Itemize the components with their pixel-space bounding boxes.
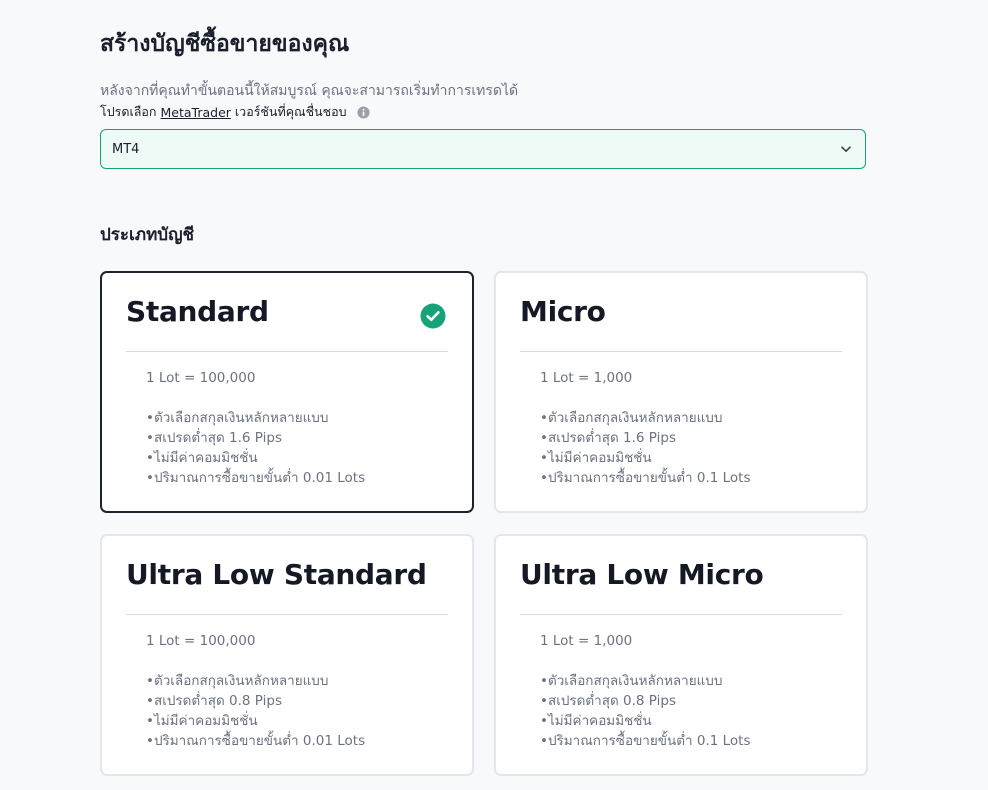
check-circle-icon: [420, 303, 446, 329]
card-divider: [126, 351, 448, 352]
account-card-title: Ultra Low Micro: [520, 558, 764, 591]
feature-item: •ตัวเลือกสกุลเงินหลักหลายแบบ: [540, 410, 723, 426]
feature-list: •ตัวเลือกสกุลเงินหลักหลายแบบ •สเปรดต่ำสุ…: [146, 408, 365, 488]
page-title: สร้างบัญชีซื้อขายของคุณ: [100, 31, 350, 57]
feature-item: •สเปรดต่ำสุด 0.8 Pips: [146, 693, 283, 709]
account-card-ultra-low-micro[interactable]: Ultra Low Micro 1 Lot = 1,000 •ตัวเลือกส…: [494, 534, 868, 776]
platform-select-value: MT4: [112, 141, 140, 157]
feature-list: •ตัวเลือกสกุลเงินหลักหลายแบบ •สเปรดต่ำสุ…: [540, 671, 751, 751]
feature-item: •ไม่มีค่าคอมมิชชั่น: [146, 713, 258, 729]
feature-item: •ตัวเลือกสกุลเงินหลักหลายแบบ: [540, 673, 723, 689]
feature-item: •ปริมาณการซื้อขายขั้นต่ำ 0.01 Lots: [146, 470, 366, 486]
platform-select[interactable]: MT4: [100, 129, 866, 169]
chevron-down-icon: [839, 142, 853, 156]
account-card-standard[interactable]: Standard 1 Lot = 100,000 •ตัวเลือกสกุลเง…: [100, 271, 474, 513]
platform-prompt: โปรดเลือก MetaTrader เวอร์ชันที่คุณชื่นช…: [100, 102, 371, 122]
card-divider: [126, 614, 448, 615]
feature-item: •สเปรดต่ำสุด 0.8 Pips: [540, 693, 677, 709]
feature-item: •สเปรดต่ำสุด 1.6 Pips: [146, 430, 283, 446]
feature-item: •ไม่มีค่าคอมมิชชั่น: [146, 450, 258, 466]
feature-item: •ตัวเลือกสกุลเงินหลักหลายแบบ: [146, 673, 329, 689]
platform-prompt-suffix: เวอร์ชันที่คุณชื่นชอบ: [234, 104, 347, 119]
page-subtitle: หลังจากที่คุณทำขั้นตอนนี้ให้สมบูรณ์ คุณจ…: [100, 83, 519, 99]
lot-size: 1 Lot = 1,000: [540, 370, 633, 386]
account-card-title: Micro: [520, 295, 606, 328]
account-card-ultra-low-standard[interactable]: Ultra Low Standard 1 Lot = 100,000 •ตัวเ…: [100, 534, 474, 776]
account-card-micro[interactable]: Micro 1 Lot = 1,000 •ตัวเลือกสกุลเงินหลั…: [494, 271, 868, 513]
info-icon[interactable]: [357, 105, 371, 119]
account-card-title: Standard: [126, 295, 269, 328]
feature-item: •ปริมาณการซื้อขายขั้นต่ำ 0.1 Lots: [540, 470, 751, 486]
feature-item: •ปริมาณการซื้อขายขั้นต่ำ 0.01 Lots: [146, 733, 366, 749]
card-divider: [520, 351, 842, 352]
lot-size: 1 Lot = 1,000: [540, 633, 633, 649]
feature-item: •สเปรดต่ำสุด 1.6 Pips: [540, 430, 677, 446]
metatrader-link[interactable]: MetaTrader: [161, 105, 231, 120]
platform-prompt-text: โปรดเลือก: [100, 104, 157, 119]
feature-item: •ตัวเลือกสกุลเงินหลักหลายแบบ: [146, 410, 329, 426]
feature-item: •ปริมาณการซื้อขายขั้นต่ำ 0.1 Lots: [540, 733, 751, 749]
card-divider: [520, 614, 842, 615]
feature-item: •ไม่มีค่าคอมมิชชั่น: [540, 713, 652, 729]
account-type-heading: ประเภทบัญชี: [100, 225, 195, 245]
feature-list: •ตัวเลือกสกุลเงินหลักหลายแบบ •สเปรดต่ำสุ…: [146, 671, 365, 751]
lot-size: 1 Lot = 100,000: [146, 633, 256, 649]
account-card-title: Ultra Low Standard: [126, 558, 427, 591]
feature-item: •ไม่มีค่าคอมมิชชั่น: [540, 450, 652, 466]
feature-list: •ตัวเลือกสกุลเงินหลักหลายแบบ •สเปรดต่ำสุ…: [540, 408, 751, 488]
lot-size: 1 Lot = 100,000: [146, 370, 256, 386]
